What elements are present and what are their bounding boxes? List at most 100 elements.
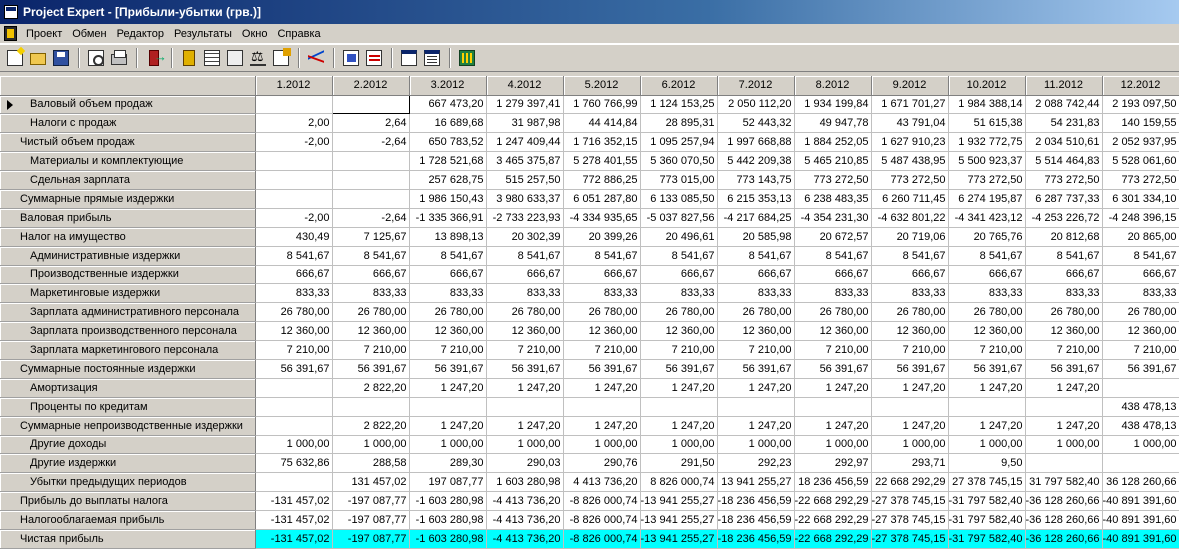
table-cell[interactable]: 8 541,67 [640,246,718,266]
table-cell[interactable]: 12 360,00 [1025,321,1103,342]
table-cell[interactable]: 54 231,83 [1025,113,1103,134]
table-cell[interactable]: 292,23 [717,453,795,474]
table-cell[interactable]: 1 716 352,15 [563,132,641,153]
row-label[interactable]: Зарплата административного персонала [0,302,256,323]
new-button[interactable] [4,47,26,69]
table-cell[interactable]: 56 391,67 [486,359,564,379]
table-cell[interactable]: -2,64 [332,208,410,228]
table-cell[interactable]: 773 272,50 [1025,170,1103,190]
menu-help[interactable]: Справка [272,25,325,43]
table-cell[interactable]: 288,58 [332,453,410,474]
month-column-header[interactable]: 1.2012 [255,76,333,96]
table-cell[interactable]: 291,50 [640,453,718,474]
table-cell[interactable]: 20 496,61 [640,227,718,247]
table-cell[interactable]: 1 247,20 [794,416,872,436]
table-cell[interactable]: 1 247,20 [717,378,795,398]
table-cell[interactable]: -36 128 260,66 [1025,491,1103,512]
corner-header[interactable] [0,76,256,96]
table-cell[interactable]: 56 391,67 [409,359,487,379]
table-cell[interactable] [255,151,333,172]
table-cell[interactable] [486,397,564,417]
table-cell[interactable]: 56 391,67 [255,359,333,379]
table-cell[interactable]: 666,67 [563,265,641,285]
table-cell[interactable] [640,397,718,417]
table-cell[interactable]: 26 780,00 [486,302,564,323]
table-cell[interactable]: 31 987,98 [486,113,564,134]
table-cell[interactable]: 2 050 112,20 [717,95,795,115]
table-cell[interactable]: 56 391,67 [563,359,641,379]
table-cell[interactable]: 666,67 [332,265,410,285]
table-cell[interactable]: 7 210,00 [871,340,949,360]
table-cell[interactable]: 666,67 [255,265,333,285]
table-cell[interactable] [563,397,641,417]
table-cell[interactable] [948,397,1026,417]
table-cell[interactable]: 2 052 937,95 [1102,132,1179,153]
row-label[interactable]: Налогооблагаемая прибыль [0,510,256,530]
table-cell[interactable]: 773 272,50 [794,170,872,190]
table-cell[interactable]: -4 334 935,65 [563,208,641,228]
table-cell[interactable] [717,397,795,417]
table-cell[interactable]: 1 247,20 [1025,416,1103,436]
table-cell[interactable]: 26 780,00 [717,302,795,323]
table-cell[interactable]: 1 095 257,94 [640,132,718,153]
table-cell[interactable]: 9,50 [948,453,1026,474]
table-cell[interactable]: 1 247,20 [717,416,795,436]
table-cell[interactable]: 833,33 [1025,283,1103,304]
table-cell[interactable]: 43 791,04 [871,113,949,134]
table-cell[interactable]: -31 797 582,40 [948,510,1026,530]
month-column-header[interactable]: 8.2012 [794,76,872,96]
table-cell[interactable]: 8 541,67 [948,246,1026,266]
table-cell[interactable]: -1 335 366,91 [409,208,487,228]
chart-button[interactable] [305,47,327,69]
table-cell[interactable]: 7 210,00 [640,340,718,360]
table-cell[interactable] [1102,378,1179,398]
row-label[interactable]: Маркетинговые издержки [0,283,256,304]
table-cell[interactable]: 438 478,13 [1102,397,1179,417]
table-cell[interactable]: 6 051 287,80 [563,189,641,209]
table-cell[interactable]: 52 443,32 [717,113,795,134]
table-cell[interactable]: 833,33 [794,283,872,304]
exit-button[interactable] [143,47,167,69]
table-cell[interactable]: 7 210,00 [1025,340,1103,360]
table-cell[interactable]: 289,30 [409,453,487,474]
table-cell[interactable]: -2,00 [255,132,333,153]
table-cell[interactable]: 3 465 375,87 [486,151,564,172]
table-cell[interactable]: 1 279 397,41 [486,95,564,115]
table-cell[interactable]: 1 247,20 [409,416,487,436]
app-icon[interactable] [4,5,18,19]
table-cell[interactable]: 1 932 772,75 [948,132,1026,153]
table-cell[interactable]: 6 260 711,45 [871,189,949,209]
table-cell[interactable] [255,378,333,398]
table-cell[interactable]: 8 826 000,74 [640,472,718,493]
table-cell[interactable]: 293,71 [871,453,949,474]
table-cell[interactable]: 12 360,00 [640,321,718,342]
table-cell[interactable]: -8 826 000,74 [563,529,641,549]
table-cell[interactable]: 7 210,00 [409,340,487,360]
table-cell[interactable]: 8 541,67 [332,246,410,266]
table-cell[interactable]: 666,67 [871,265,949,285]
table-cell[interactable]: 5 487 438,95 [871,151,949,172]
month-column-header[interactable]: 12.2012 [1102,76,1179,96]
table-cell[interactable]: 833,33 [640,283,718,304]
table-cell[interactable]: -40 891 391,60 [1102,510,1179,530]
table-cell[interactable]: -40 891 391,60 [1102,491,1179,512]
table-cell[interactable]: 5 278 401,55 [563,151,641,172]
table-cell[interactable]: 44 414,84 [563,113,641,134]
table-cell[interactable]: 26 780,00 [794,302,872,323]
document-system-icon[interactable] [4,26,17,41]
table-cell[interactable]: 7 210,00 [486,340,564,360]
row-label[interactable]: Валовая прибыль [0,208,256,228]
table-cell[interactable]: 26 780,00 [871,302,949,323]
row-label[interactable]: Валовый объем продаж [0,95,256,115]
table-cell[interactable]: 12 360,00 [1102,321,1179,342]
month-column-header[interactable]: 5.2012 [563,76,641,96]
table-cell[interactable]: 22 668 292,29 [871,472,949,493]
table-cell[interactable]: 6 287 737,33 [1025,189,1103,209]
table-cell[interactable]: 1 247,20 [794,378,872,398]
month-column-header[interactable]: 11.2012 [1025,76,1103,96]
menu-results[interactable]: Результаты [169,25,237,43]
table-cell[interactable]: -31 797 582,40 [948,529,1026,549]
table-cell[interactable]: 1 997 668,88 [717,132,795,153]
table-cell[interactable] [332,151,410,172]
table-cell[interactable]: -13 941 255,27 [640,491,718,512]
